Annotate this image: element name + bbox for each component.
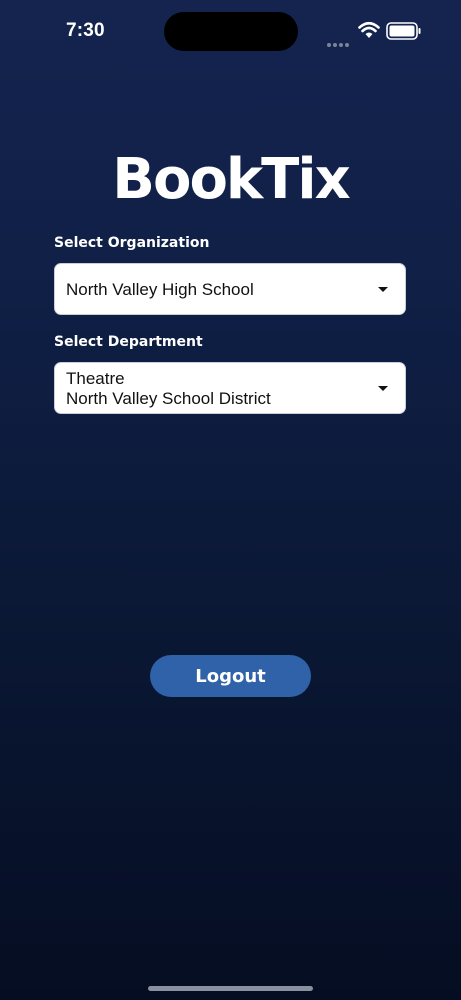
- app-logo-title: BookTix: [112, 147, 350, 212]
- battery-icon: [386, 22, 421, 40]
- department-selected-name: Theatre: [66, 369, 125, 388]
- logout-button[interactable]: Logout: [150, 655, 311, 697]
- dynamic-island: [164, 12, 298, 51]
- organization-selected-value: North Valley High School: [66, 280, 254, 299]
- organization-select[interactable]: North Valley High School: [54, 263, 406, 315]
- home-indicator[interactable]: [148, 986, 313, 991]
- caret-down-icon: [378, 287, 388, 292]
- department-select[interactable]: Theatre North Valley School District: [54, 362, 406, 414]
- department-selected-district: North Valley School District: [66, 389, 271, 408]
- department-label: Select Department: [54, 334, 203, 350]
- caret-down-icon: [378, 386, 388, 391]
- app-screen: 7:30 BookTix Select Organization North V…: [0, 0, 461, 1000]
- wifi-icon: [358, 21, 380, 38]
- status-time: 7:30: [66, 20, 105, 41]
- cellular-icon: [327, 34, 351, 47]
- organization-label: Select Organization: [54, 235, 210, 251]
